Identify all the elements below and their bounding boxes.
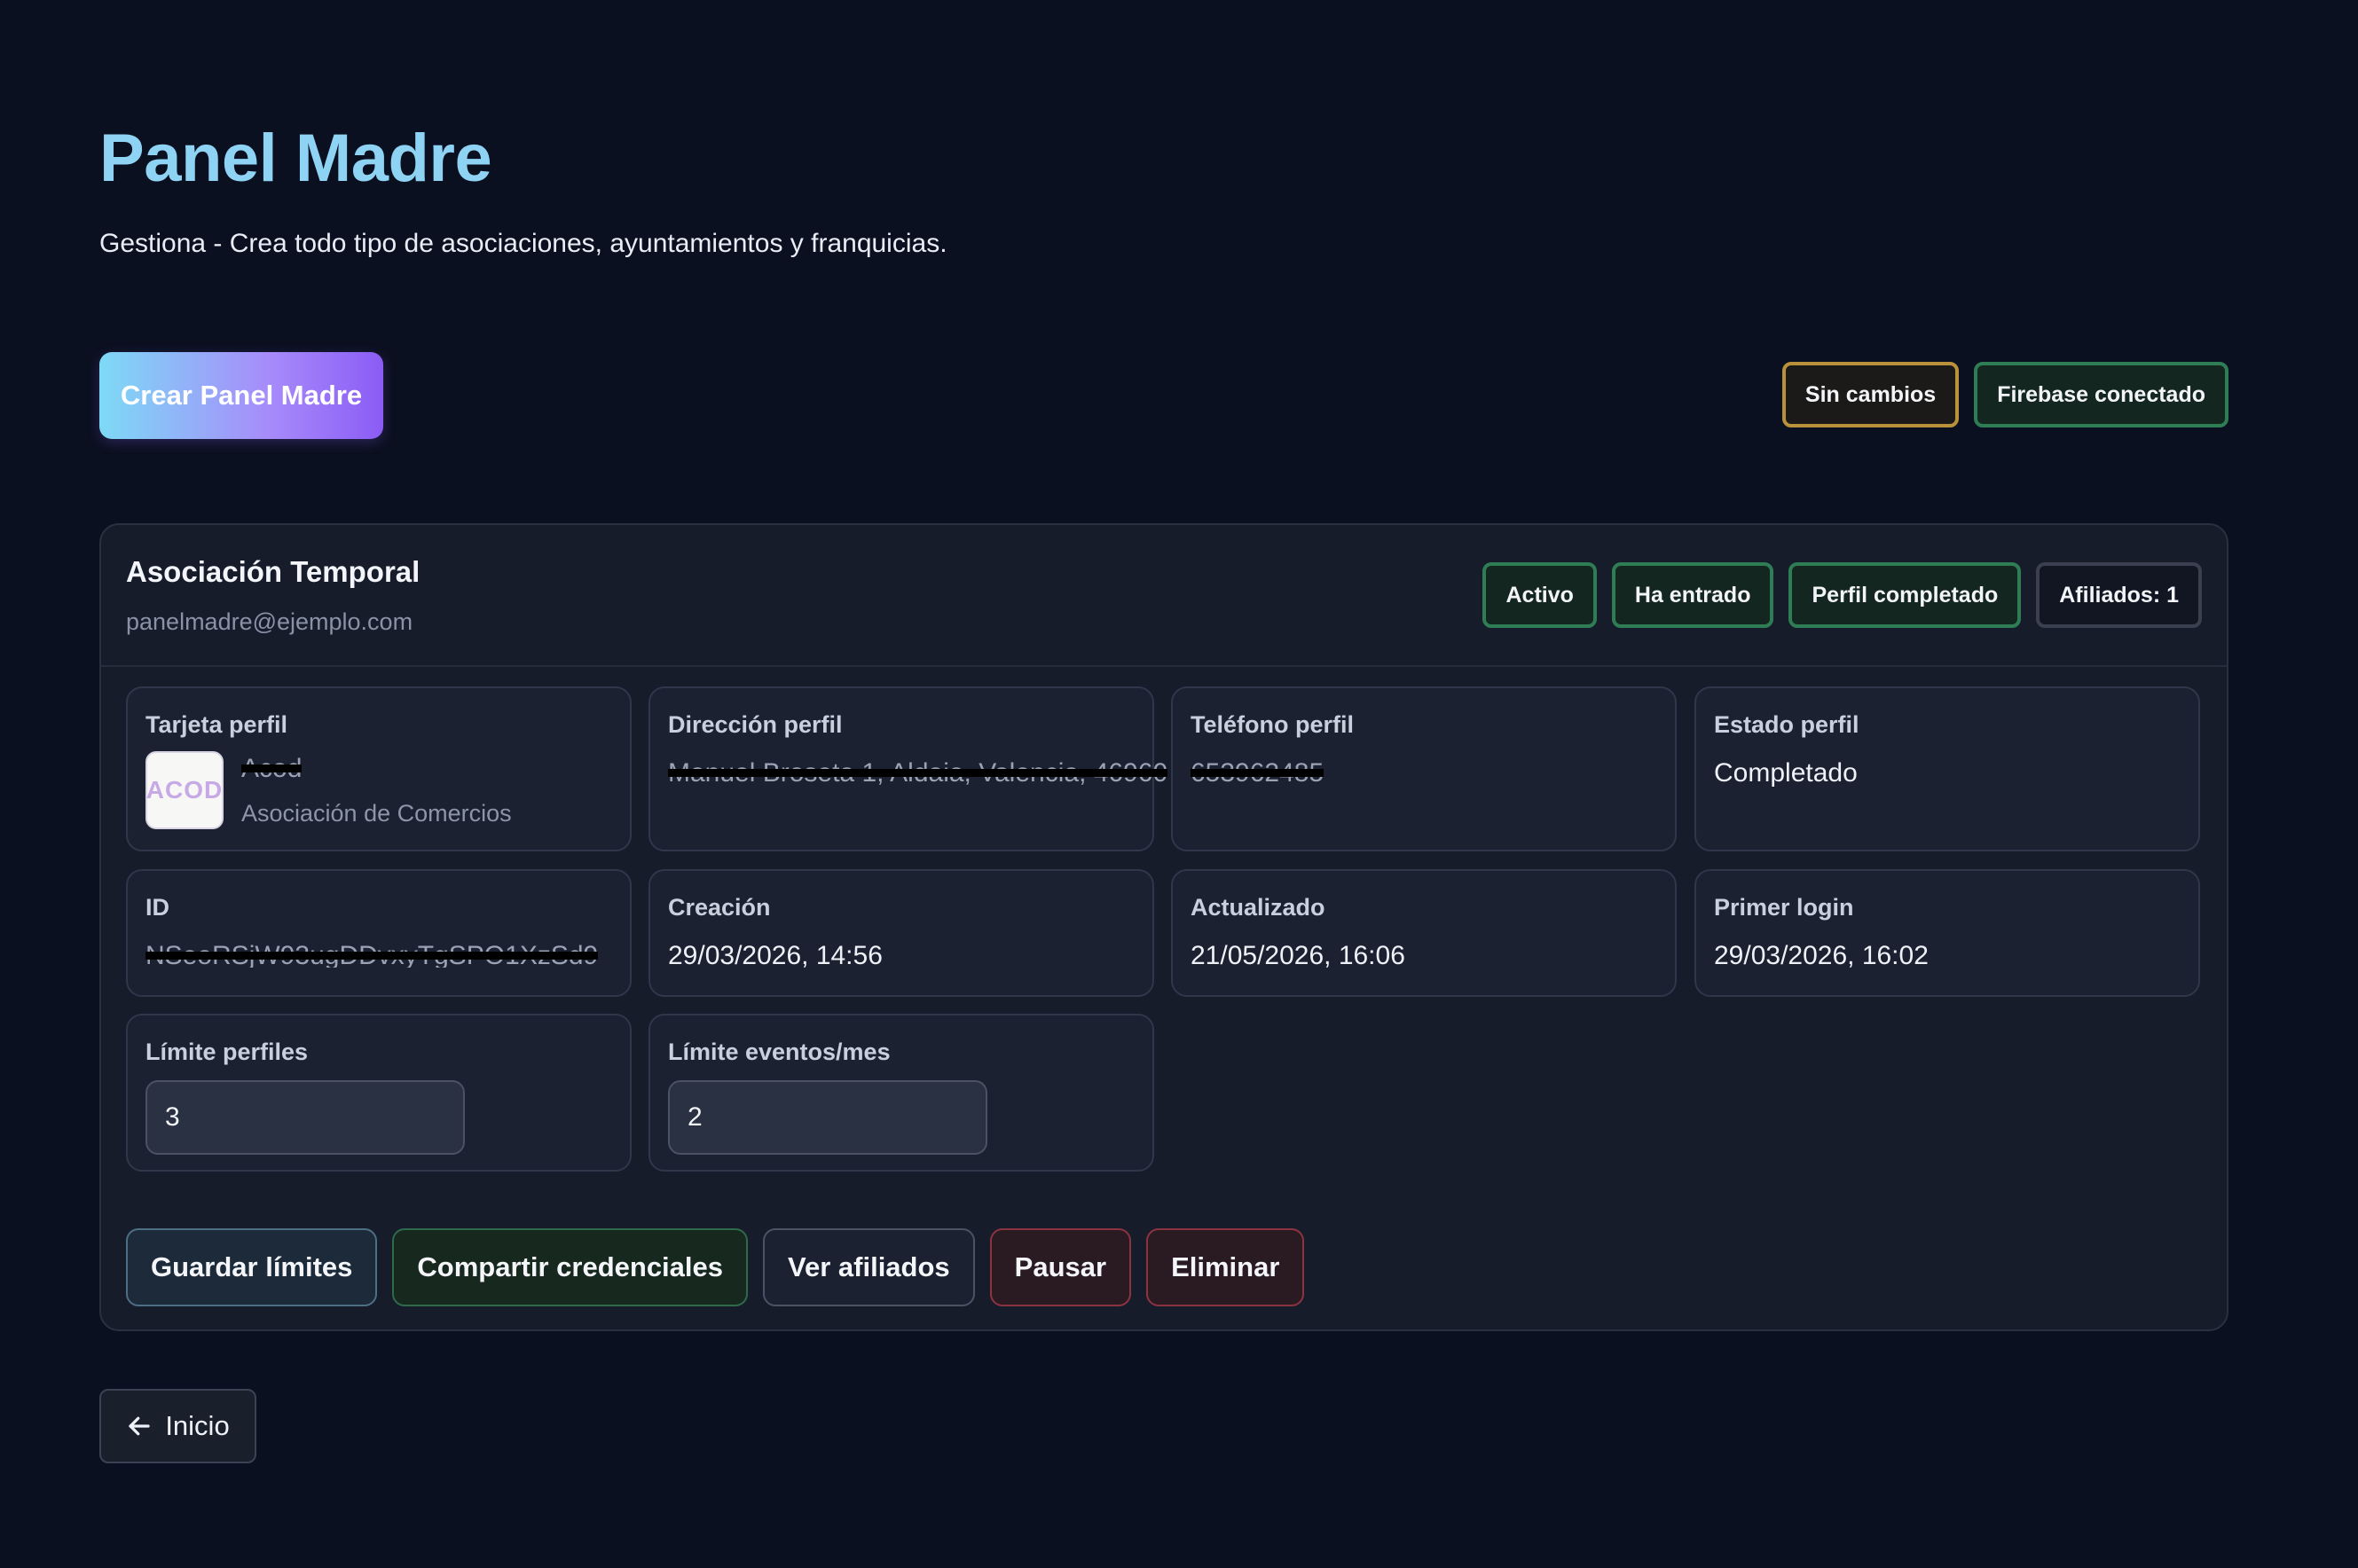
home-button[interactable]: Inicio [99,1389,256,1463]
created-value: 29/03/2026, 14:56 [668,941,883,970]
field-label: Tarjeta perfil [145,711,288,738]
arrow-left-icon [126,1413,153,1439]
phone-field: Teléfono perfil 653962485 [1171,686,1677,851]
create-panel-button[interactable]: Crear Panel Madre [99,352,383,439]
field-label: Teléfono perfil [1191,711,1355,738]
org-email: panelmadre@ejemplo.com [126,608,413,635]
id-value: NSeoRSjW93ugDDvxyTgSPO1XzSd9 [145,941,599,968]
updated-field: Actualizado 21/05/2026, 16:06 [1171,869,1677,997]
profile-complete-badge: Perfil completado [1788,562,2022,628]
view-affiliates-button[interactable]: Ver afiliados [763,1228,975,1306]
status-badges: Sin cambios Firebase conectado [1781,362,2228,427]
address-value: Manuel Broseta 1, Aldaia, Valencia, 4696… [668,758,1168,785]
profile-name: Acod [241,753,303,780]
field-label: Creación [668,894,771,921]
events-limit-field: Límite eventos/mes [648,1014,1154,1172]
field-label: Primer login [1714,894,1854,921]
profile-card: ACOD Acod Asociación de Comercios [145,751,612,829]
profile-status-field: Estado perfil Completado [1694,686,2200,851]
field-label: ID [145,894,169,921]
profiles-limit-field: Límite perfiles [126,1014,632,1172]
share-credentials-button[interactable]: Compartir credenciales [392,1228,749,1306]
profiles-limit-input[interactable] [145,1080,465,1155]
delete-button[interactable]: Eliminar [1146,1228,1305,1306]
profile-status-value: Completado [1714,758,1858,788]
association-card: Asociación Temporal panelmadre@ejemplo.c… [99,523,2228,1331]
save-limits-button[interactable]: Guardar límites [126,1228,378,1306]
field-label: Estado perfil [1714,711,1859,738]
firebase-status-badge: Firebase conectado [1974,362,2228,427]
page-title: Panel Madre [99,121,492,196]
field-label: Actualizado [1191,894,1325,921]
updated-value: 21/05/2026, 16:06 [1191,941,1405,970]
card-badges: Activo Ha entrado Perfil completado Afil… [1482,562,2202,628]
created-field: Creación 29/03/2026, 14:56 [648,869,1154,997]
card-actions: Guardar límites Compartir credenciales V… [126,1228,1305,1306]
id-field: ID NSeoRSjW93ugDDvxyTgSPO1XzSd9 [126,869,632,997]
home-label: Inicio [165,1410,230,1441]
first-login-field: Primer login 29/03/2026, 16:02 [1694,869,2200,997]
field-label: Límite perfiles [145,1039,309,1065]
org-name: Asociación Temporal [126,555,421,588]
pause-button[interactable]: Pausar [989,1228,1132,1306]
events-limit-input[interactable] [668,1080,987,1155]
active-badge: Activo [1482,562,1597,628]
phone-value: 653962485 [1191,758,1324,785]
first-login-value: 29/03/2026, 16:02 [1714,941,1929,970]
profile-category: Asociación de Comercios [241,799,512,827]
unsaved-status-badge: Sin cambios [1781,362,1960,427]
logged-in-badge: Ha entrado [1611,562,1774,628]
field-label: Límite eventos/mes [668,1039,891,1065]
field-label: Dirección perfil [668,711,843,738]
page: Panel Madre Gestiona - Crea todo tipo de… [0,0,2358,1568]
page-subtitle: Gestiona - Crea todo tipo de asociacione… [99,229,947,258]
affiliates-count-badge: Afiliados: 1 [2036,562,2202,628]
address-field: Dirección perfil Manuel Broseta 1, Aldai… [648,686,1168,851]
profile-card-field: Tarjeta perfil ACOD Acod Asociación de C… [126,686,632,851]
profile-logo: ACOD [145,751,224,829]
card-header: Asociación Temporal panelmadre@ejemplo.c… [101,525,2227,667]
